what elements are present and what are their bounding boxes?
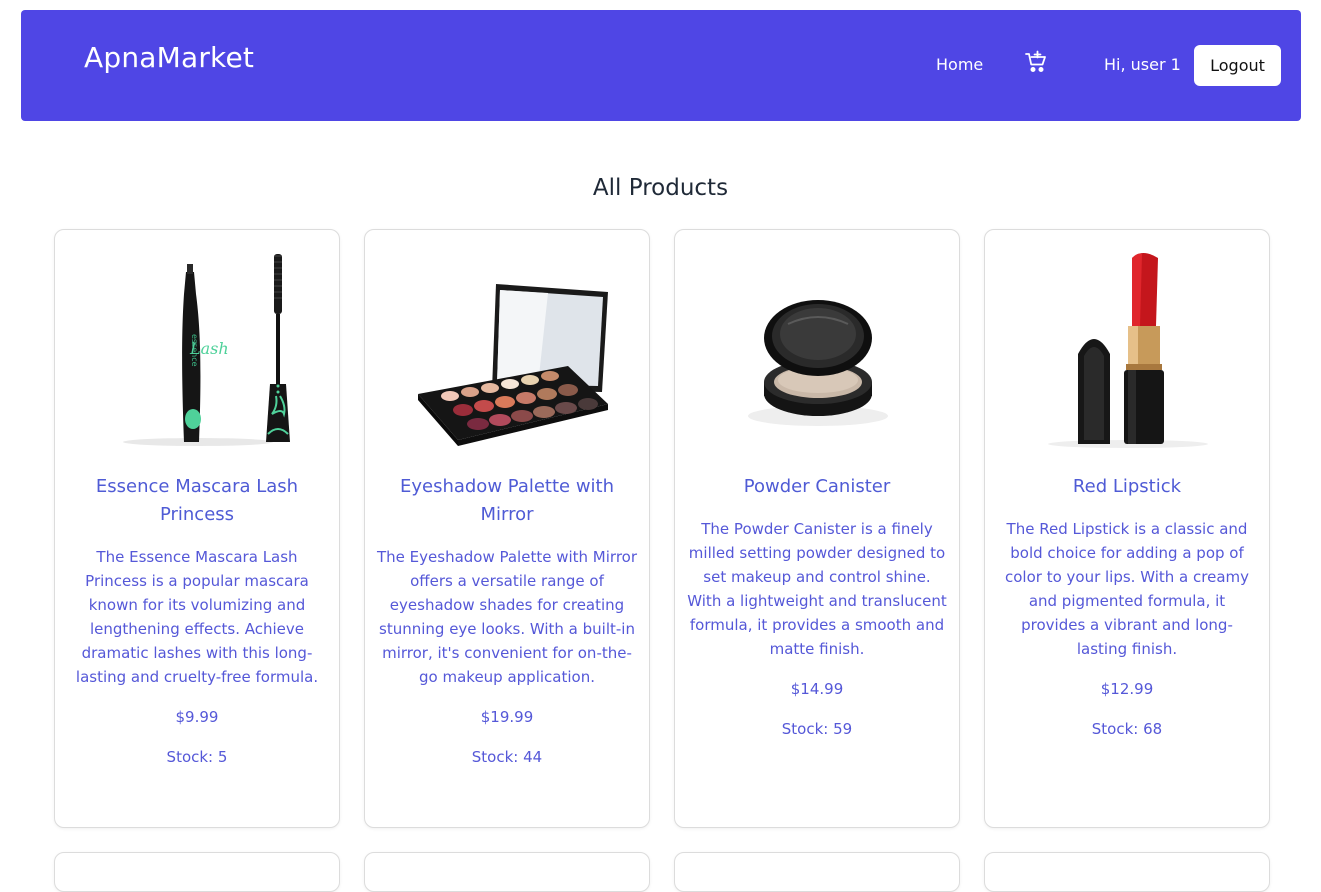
powder-canister-image[interactable] — [718, 244, 918, 448]
product-description: The Essence Mascara Lash Princess is a p… — [75, 548, 319, 686]
product-stock: Stock: 68 — [1091, 720, 1163, 738]
svg-text:Lash: Lash — [189, 339, 229, 358]
product-stock: Stock: 5 — [166, 748, 228, 766]
card-body: Eyeshadow Palette with Mirror The Eyesha… — [377, 473, 637, 785]
product-stock: Stock: 59 — [781, 720, 853, 738]
eyeshadow-palette-image[interactable] — [408, 244, 608, 448]
product-stock: Stock: 44 — [471, 748, 543, 766]
product-card[interactable] — [674, 852, 960, 892]
card-body: Powder Canister The Powder Canister is a… — [687, 473, 947, 757]
page-title: All Products — [592, 175, 729, 201]
product-title[interactable]: Eyeshadow Palette with Mirror — [377, 473, 637, 529]
logout-button[interactable]: Logout — [1194, 45, 1281, 86]
product-card[interactable] — [364, 852, 650, 892]
product-card[interactable] — [984, 852, 1270, 892]
product-card[interactable]: Powder Canister The Powder Canister is a… — [674, 229, 960, 828]
product-price: $14.99 — [790, 680, 844, 698]
product-card[interactable]: Red Lipstick The Red Lipstick is a class… — [984, 229, 1270, 828]
product-card[interactable]: essence Lash Essence Mascara Lash Prince… — [54, 229, 340, 828]
product-description: The Eyeshadow Palette with Mirror offers… — [377, 548, 638, 686]
card-body: Red Lipstick The Red Lipstick is a class… — [997, 473, 1257, 757]
product-grid: essence Lash Essence Mascara Lash Prince… — [54, 229, 1270, 892]
product-description: The Powder Canister is a finely milled s… — [687, 520, 947, 658]
user-greeting: Hi, user 1 — [1104, 55, 1181, 74]
card-body: Essence Mascara Lash Princess The Essenc… — [67, 473, 327, 785]
product-card[interactable]: Eyeshadow Palette with Mirror The Eyesha… — [364, 229, 650, 828]
product-price: $12.99 — [1100, 680, 1154, 698]
product-title[interactable]: Powder Canister — [687, 473, 947, 501]
product-title[interactable]: Essence Mascara Lash Princess — [67, 473, 327, 529]
product-card[interactable] — [54, 852, 340, 892]
cart-icon[interactable] — [1024, 50, 1048, 74]
lipstick-image[interactable] — [1028, 244, 1228, 448]
navbar: ApnaMarket Home Hi, user 1 Logout — [21, 10, 1301, 121]
product-price: $9.99 — [175, 708, 219, 726]
brand-logo[interactable]: ApnaMarket — [84, 41, 254, 74]
nav-home-link[interactable]: Home — [936, 55, 983, 74]
mascara-image[interactable]: essence Lash — [98, 244, 298, 448]
product-price: $19.99 — [480, 708, 534, 726]
product-description: The Red Lipstick is a classic and bold c… — [1004, 520, 1249, 658]
product-title[interactable]: Red Lipstick — [997, 473, 1257, 501]
